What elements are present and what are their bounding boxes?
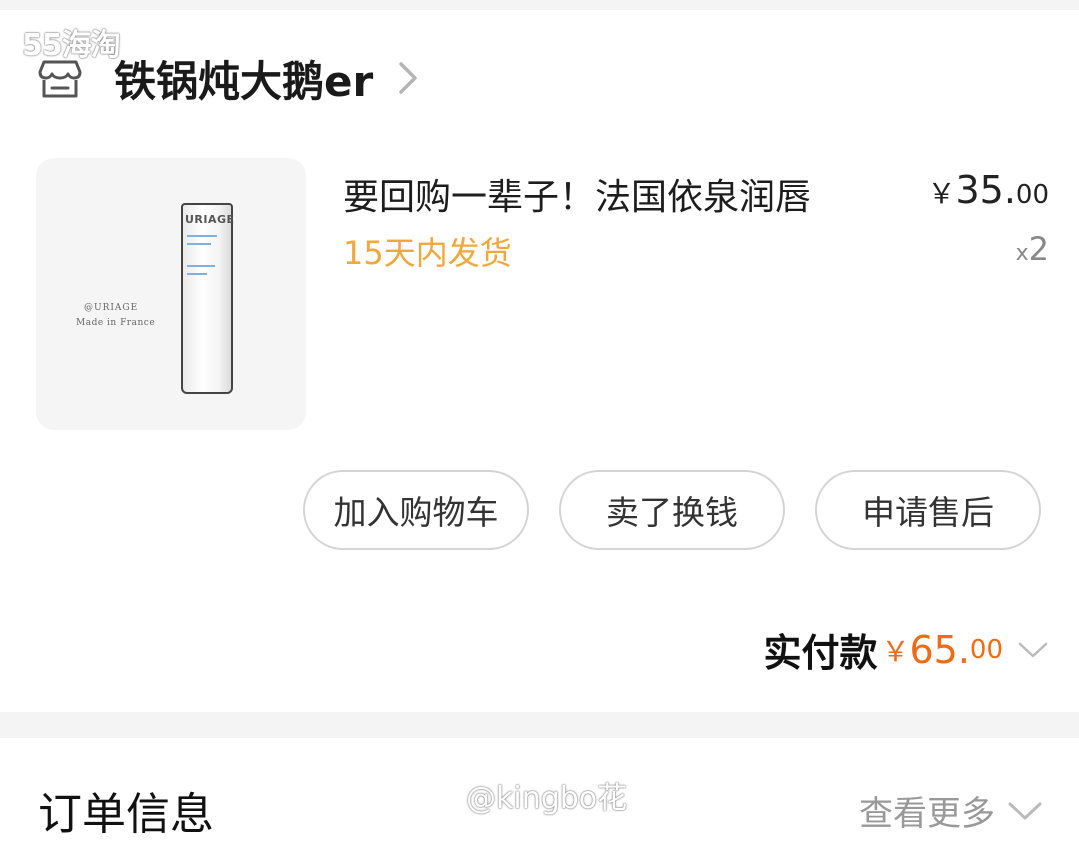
- price-currency: ￥: [927, 177, 956, 210]
- price-decimal: 00: [1015, 180, 1049, 210]
- resell-button[interactable]: 卖了换钱: [559, 470, 785, 550]
- product-price: ￥35.00: [927, 168, 1049, 212]
- lip-balm-tube-illustration: URIAGE: [181, 203, 235, 394]
- paid-decimal: 00: [969, 634, 1003, 665]
- top-strip: [0, 0, 1079, 10]
- paid-amount[interactable]: 实付款 ￥ 65. 00: [763, 622, 1049, 677]
- tube-decor-line: [187, 265, 215, 267]
- shipping-time: 15天内发货: [343, 234, 512, 272]
- product-title[interactable]: 要回购一辈子！法国依泉润唇: [343, 168, 811, 220]
- image-brand-text: @URIAGE: [84, 303, 139, 313]
- paid-currency: ￥: [881, 634, 910, 668]
- order-actions: 加入购物车 卖了换钱 申请售后: [303, 470, 1041, 550]
- tube-decor-line: [187, 273, 207, 275]
- section-divider: [0, 712, 1079, 738]
- view-more-button[interactable]: 查看更多: [859, 786, 1043, 835]
- tube-decor-line: [187, 235, 217, 237]
- tube-label: URIAGE: [185, 213, 235, 226]
- shop-name: 铁锅炖大鹅er: [114, 56, 374, 106]
- quantity-value: 2: [1028, 230, 1049, 268]
- chevron-down-icon: [1018, 642, 1048, 657]
- product-quantity: x2: [1016, 230, 1049, 268]
- after-sales-button[interactable]: 申请售后: [815, 470, 1041, 550]
- order-info-title: 订单信息: [38, 789, 214, 840]
- quantity-prefix: x: [1015, 241, 1029, 266]
- chevron-down-icon: [1008, 802, 1042, 819]
- add-to-cart-button[interactable]: 加入购物车: [303, 470, 529, 550]
- tube-decor-line: [187, 243, 211, 245]
- price-integer: 35.: [955, 168, 1016, 212]
- view-more-label: 查看更多: [859, 794, 995, 834]
- shop-header[interactable]: 铁锅炖大鹅er: [36, 48, 421, 108]
- paid-integer: 65.: [909, 627, 970, 672]
- chevron-right-icon: [399, 62, 417, 94]
- shop-icon: [38, 60, 82, 98]
- image-made-in-text: Made in France: [76, 318, 156, 328]
- paid-label: 实付款: [763, 631, 878, 675]
- watermark-bottom: @kingbo花: [466, 781, 628, 816]
- product-image[interactable]: @URIAGE Made in France URIAGE: [36, 158, 306, 430]
